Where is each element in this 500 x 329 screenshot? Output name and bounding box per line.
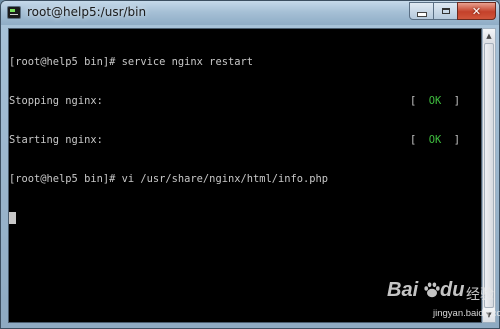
terminal-line: [root@help5 bin]# service nginx restart (9, 56, 481, 69)
status-bracket-open: [ (410, 134, 429, 146)
output-text: Stopping nginx: (9, 95, 103, 107)
status-bracket-close: ] (441, 95, 461, 107)
status-ok: OK (428, 134, 442, 146)
output-text: Starting nginx: (9, 134, 103, 146)
status-indicator: [ OK ] (410, 95, 460, 108)
status-bracket-close: ] (441, 134, 461, 146)
close-button[interactable]: ✕ (457, 2, 496, 20)
status-ok: OK (428, 95, 442, 107)
status-indicator: [ OK ] (410, 134, 460, 147)
minimize-button[interactable] (409, 2, 434, 20)
paw-icon (424, 282, 440, 298)
command-text: [root@help5 bin]# vi /usr/share/nginx/ht… (9, 173, 329, 185)
watermark-url: jingyan.baidu.com (433, 308, 500, 319)
scroll-thumb[interactable] (484, 43, 494, 308)
minimize-icon (416, 11, 427, 17)
command-text: [root@help5 bin]# service nginx restart (9, 56, 253, 68)
watermark-product: 经验 (466, 287, 494, 303)
terminal-window: root@help5:/usr/bin ✕ [root@help5 bin]# … (0, 0, 500, 329)
maximize-button[interactable] (433, 2, 458, 20)
status-bracket-open: [ (410, 95, 429, 107)
watermark-brand-right: du (440, 279, 465, 301)
watermark-brand-left: Bai (387, 279, 419, 301)
terminal-line: Stopping nginx: [ OK ] (9, 95, 481, 108)
chevron-up-icon: ▲ (486, 32, 492, 40)
terminal-output: [root@help5 bin]# service nginx restart … (9, 30, 481, 251)
terminal-line: [root@help5 bin]# vi /usr/share/nginx/ht… (9, 173, 481, 186)
window-title: root@help5:/usr/bin (27, 5, 147, 19)
terminal-line (9, 212, 481, 225)
scroll-up-button[interactable]: ▲ (483, 29, 495, 43)
baidu-jingyan-watermark: Bai du 经验 jingyan.baidu.com (387, 277, 500, 327)
title-bar[interactable]: root@help5:/usr/bin ✕ (1, 1, 499, 25)
terminal-line: Starting nginx: [ OK ] (9, 134, 481, 147)
terminal-cursor (9, 212, 16, 224)
close-icon: ✕ (471, 4, 482, 18)
maximize-icon (441, 8, 450, 14)
terminal-app-icon[interactable] (7, 6, 21, 19)
